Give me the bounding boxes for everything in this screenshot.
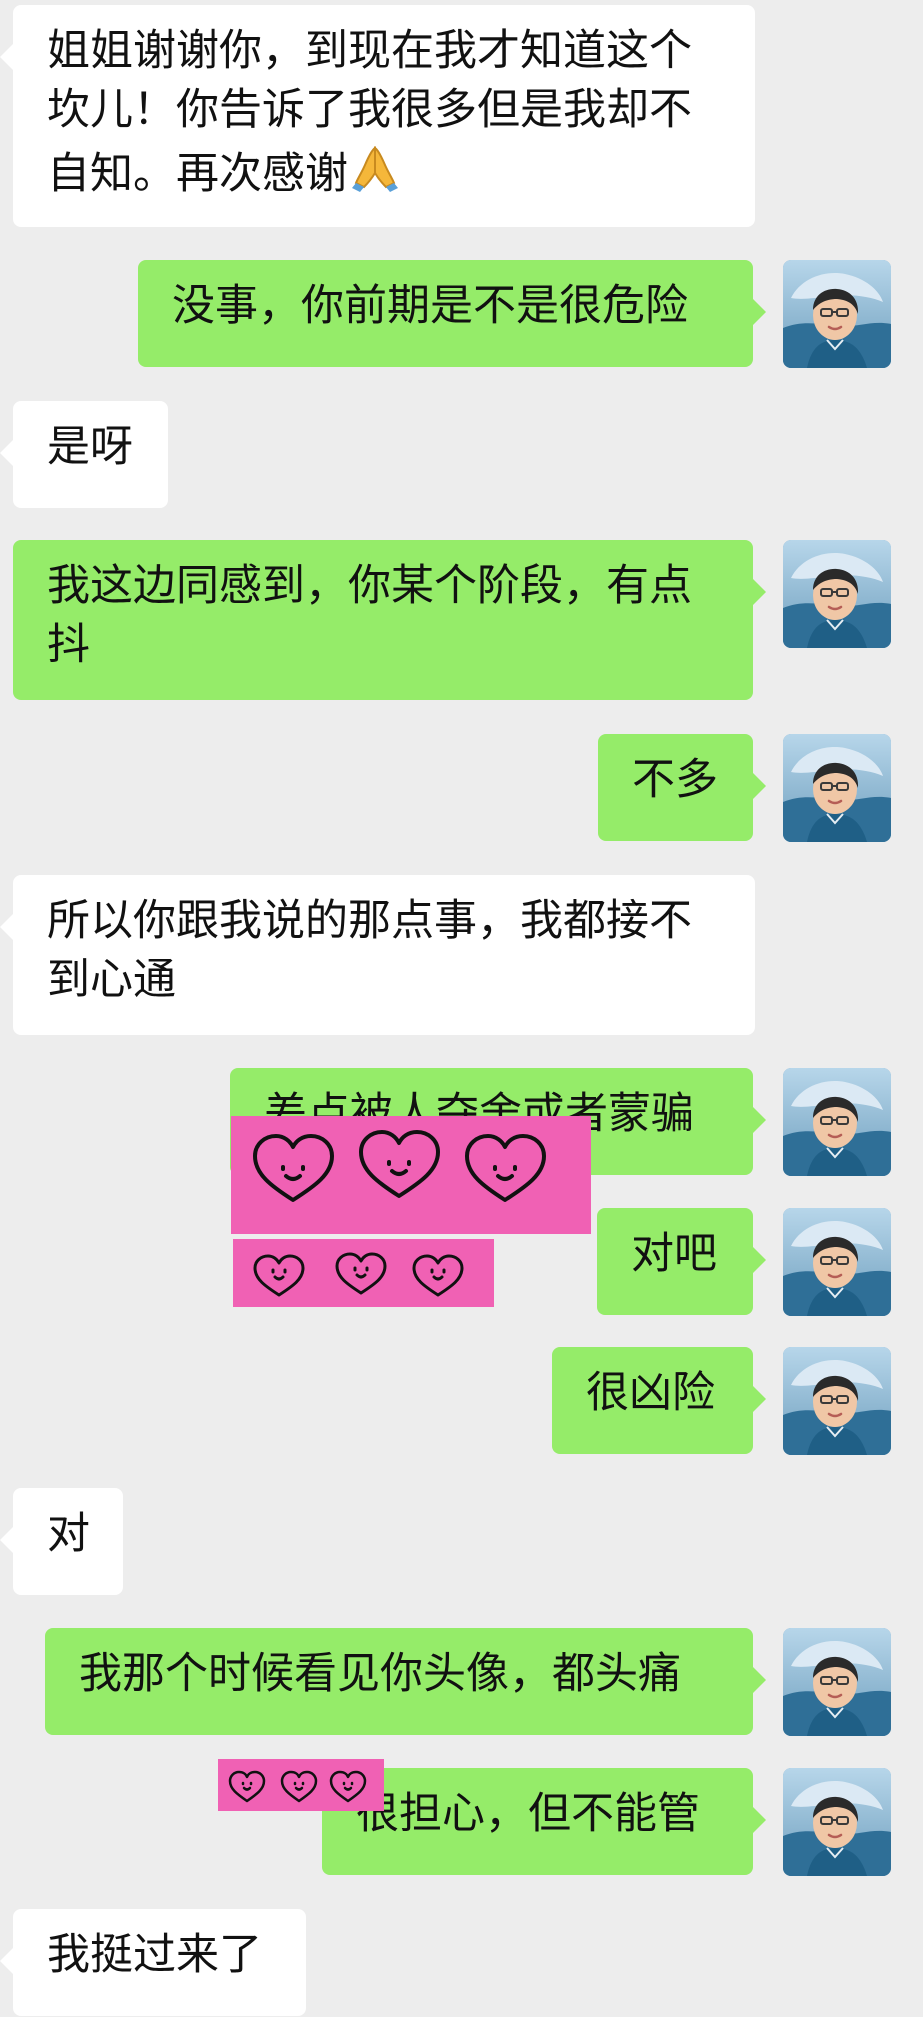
- smiling-hearts-icon: [228, 1770, 367, 1803]
- smiling-hearts-sticker: [231, 1116, 591, 1234]
- message-bubble[interactable]: 我挺过来了: [0, 1909, 306, 2016]
- avatar-image: [783, 1628, 891, 1736]
- message-bubble[interactable]: 我那个时候看见你头像，都头痛: [45, 1628, 766, 1735]
- avatar[interactable]: [783, 1768, 891, 1876]
- message-text: 我挺过来了: [47, 1930, 262, 1980]
- chat-window: 姐姐谢谢你，到现在我才知道这个坎儿！你告诉了我很多但是我却不自知。再次感谢 没事…: [0, 0, 923, 2017]
- message-bubble[interactable]: 对: [0, 1488, 123, 1595]
- smiling-hearts-sticker: [218, 1759, 384, 1811]
- avatar-image: [783, 540, 891, 648]
- avatar[interactable]: [783, 734, 891, 842]
- smiling-hearts-icon: [253, 1252, 464, 1297]
- avatar[interactable]: [783, 1628, 891, 1736]
- avatar-image: [783, 1208, 891, 1316]
- message-bubble[interactable]: 姐姐谢谢你，到现在我才知道这个坎儿！你告诉了我很多但是我却不自知。再次感谢: [0, 5, 755, 227]
- message-text: 不多: [632, 755, 718, 805]
- message-text: 很担心，但不能管: [356, 1789, 700, 1839]
- avatar[interactable]: [783, 1208, 891, 1316]
- message-text: 没事，你前期是不是很危险: [172, 281, 688, 331]
- message-bubble[interactable]: 所以你跟我说的那点事，我都接不到心通: [0, 875, 755, 1035]
- message-text: 很凶险: [586, 1368, 715, 1418]
- avatar[interactable]: [783, 260, 891, 368]
- message-bubble[interactable]: 没事，你前期是不是很危险: [138, 260, 766, 367]
- message-text: 对: [47, 1509, 90, 1559]
- avatar-image: [783, 1768, 891, 1876]
- folded-hands-icon: [352, 146, 398, 192]
- message-bubble[interactable]: 对吧: [597, 1208, 766, 1315]
- message-bubble[interactable]: 很担心，但不能管: [322, 1768, 766, 1875]
- message-bubble[interactable]: 是呀: [0, 401, 168, 508]
- smiling-hearts-icon: [253, 1130, 546, 1202]
- avatar[interactable]: [783, 1347, 891, 1455]
- message-text: 我那个时候看见你头像，都头痛: [79, 1649, 681, 1699]
- message-text: 我这边同感到，你某个阶段，有点抖: [47, 561, 692, 670]
- avatar[interactable]: [783, 1068, 891, 1176]
- smiling-hearts-sticker: [233, 1239, 494, 1307]
- message-text: 对吧: [631, 1229, 717, 1279]
- avatar-image: [783, 260, 891, 368]
- message-bubble[interactable]: 不多: [598, 734, 766, 841]
- message-text: 所以你跟我说的那点事，我都接不到心通: [47, 896, 692, 1005]
- avatar-image: [783, 1068, 891, 1176]
- avatar[interactable]: [783, 540, 891, 648]
- message-text: 是呀: [47, 422, 133, 472]
- avatar-image: [783, 734, 891, 842]
- message-bubble[interactable]: 我这边同感到，你某个阶段，有点抖: [13, 540, 766, 700]
- avatar-image: [783, 1347, 891, 1455]
- message-bubble[interactable]: 很凶险: [552, 1347, 766, 1454]
